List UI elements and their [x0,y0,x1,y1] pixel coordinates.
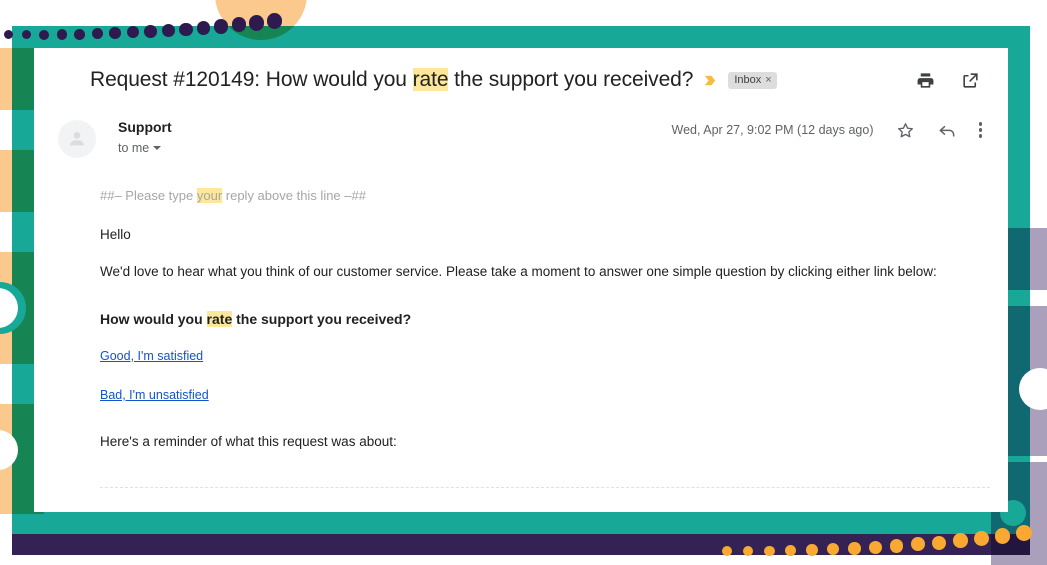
deco-dot [56,29,67,40]
body-reminder: Here's a reminder of what this request w… [100,434,397,449]
frame-right-bar [1008,26,1030,534]
label-chip-name: Inbox [734,73,762,86]
deco-dot [995,528,1011,544]
body-question: How would you rate the support you recei… [100,311,984,327]
reply-line-before: ##– Please type [100,188,197,203]
frame-left-bar [12,26,34,534]
deco-dot [161,23,175,37]
email-card: Request #120149: How would you rate the … [34,48,1008,512]
email-subject: Request #120149: How would you rate the … [90,68,693,92]
deco-dot [214,19,229,34]
rating-link-bad[interactable]: Bad, I'm unsatisfied [100,388,209,402]
body-greeting: Hello [100,227,131,242]
deco-dot [743,545,754,557]
deco-white-circle-2 [0,430,18,470]
deco-dot [39,29,49,40]
deco-dot [974,530,990,546]
deco-white-circle-3 [1019,368,1047,410]
question-highlight: rate [206,311,233,327]
deco-teal-circle-1 [0,282,26,334]
chevron-down-icon[interactable] [153,146,162,150]
subject-row: Request #120149: How would you rate the … [90,60,984,100]
star-icon[interactable] [896,121,915,140]
recipient-toggle[interactable]: to me [118,139,162,157]
deco-dot [266,13,283,29]
deco-dot [722,546,732,556]
label-chip-inbox[interactable]: Inbox × [728,71,777,89]
question-after: the support you received? [232,311,412,327]
deco-dot [806,544,818,556]
deco-dot [848,542,861,555]
sender-row: Support to me Wed, Apr 27, 9:02 PM (12 d… [58,118,984,164]
frame-bottom-bar [12,512,1030,534]
deco-dot [179,22,193,36]
deco-dot [126,26,139,39]
deco-dot [144,25,157,38]
frame-top-bar [12,26,1030,48]
deco-dot [4,30,13,39]
reply-line-after: reply above this line –## [222,188,366,203]
print-icon[interactable] [916,71,935,90]
body-intro-paragraph: We'd love to hear what you think of our … [100,264,937,279]
deco-dot [231,17,247,33]
deco-dot [869,540,882,554]
subject-highlight: rate [412,68,449,91]
recipient-label: to me [118,141,150,155]
reply-arrow-icon[interactable] [937,120,957,140]
footer-purple-bar [12,534,1030,555]
deco-dot [764,545,775,557]
question-before: How would you [100,311,207,327]
deco-dot [249,15,265,31]
label-chip-remove-icon[interactable]: × [765,74,771,86]
body-divider [100,487,990,488]
email-body: ##– Please type your reply above this li… [100,188,990,488]
deco-white-circle-1 [0,288,18,328]
more-options-icon[interactable] [978,122,982,138]
deco-dot [91,28,103,40]
avatar[interactable] [58,120,96,158]
deco-dot [911,537,925,552]
message-actions: Wed, Apr 27, 9:02 PM (12 days ago) [672,120,982,140]
open-in-new-window-icon[interactable] [961,71,980,90]
deco-dot [890,539,904,553]
subject-text-before: Request #120149: How would you [90,68,413,91]
deco-peach-semicircle [215,0,307,40]
reply-line-highlight: your [196,188,223,203]
deco-dot [785,545,797,557]
deco-dot [953,533,968,548]
subject-actions [916,71,984,90]
subject-text-after: the support you received? [448,68,694,91]
deco-dot [21,29,31,40]
email-timestamp: Wed, Apr 27, 9:02 PM (12 days ago) [671,123,874,137]
deco-dot [109,27,121,39]
sender-name: Support [118,119,172,135]
deco-dot [1016,525,1032,542]
reply-above-line-notice: ##– Please type your reply above this li… [100,188,984,203]
deco-dot [196,20,211,35]
deco-dot [932,535,947,550]
important-chevron-icon[interactable] [703,73,718,88]
deco-dot [827,543,840,556]
screenshot-root: Request #120149: How would you rate the … [0,0,1047,565]
deco-dot [74,28,85,40]
rating-link-good[interactable]: Good, I'm satisfied [100,349,203,363]
sender-meta: Support to me [118,118,172,157]
